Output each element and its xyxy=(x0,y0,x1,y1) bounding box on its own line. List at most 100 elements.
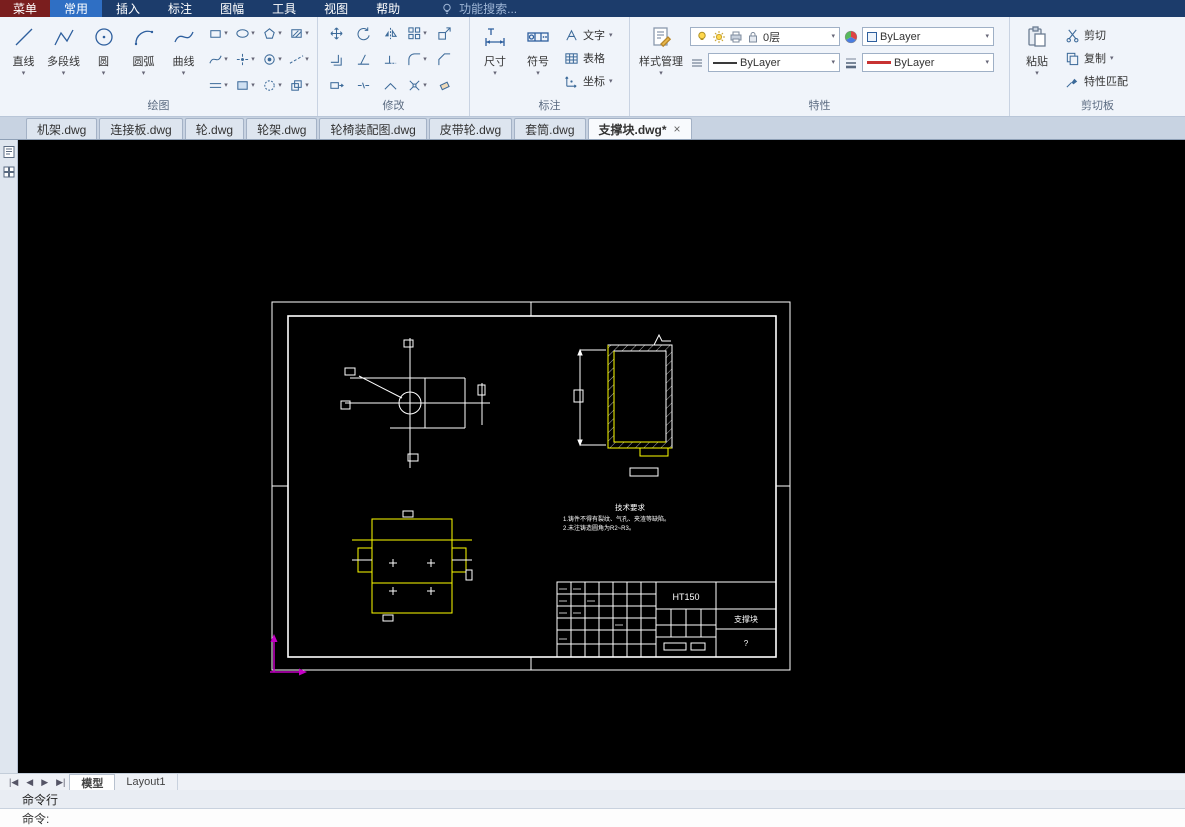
offset-tool-button[interactable] xyxy=(323,47,349,72)
table-tool-button[interactable]: 表格 xyxy=(561,48,616,68)
cut-button[interactable]: 剪切 xyxy=(1062,25,1131,45)
panel-label-modify[interactable]: 修改 xyxy=(318,99,469,116)
doc-tab[interactable]: 轮椅装配图.dwg xyxy=(319,118,427,139)
move-tool-button[interactable] xyxy=(323,21,349,46)
erase-tool-button[interactable] xyxy=(431,73,457,98)
construction-line-tool-button[interactable]: ▾ xyxy=(286,47,312,72)
ellipse-tool-button[interactable]: ▾ xyxy=(232,21,258,46)
doc-tab[interactable]: 连接板.dwg xyxy=(99,118,183,139)
model-space-tab[interactable]: 模型 xyxy=(69,774,116,790)
panel-label-clipboard[interactable]: 剪切板 xyxy=(1010,99,1185,116)
rectangle-tool-button[interactable]: ▾ xyxy=(205,21,231,46)
lineweight-select[interactable]: ByLayer ▾ xyxy=(862,53,994,72)
next-tab-button[interactable]: ▶ xyxy=(37,777,52,788)
dropdown-arrow-icon[interactable]: ▾ xyxy=(1110,54,1114,63)
region-tool-button[interactable]: ▾ xyxy=(232,73,258,98)
library-palette-icon[interactable] xyxy=(2,165,16,179)
ribbon-tab-view[interactable]: 视图 xyxy=(310,0,362,17)
panel-label-annotate[interactable]: 标注 xyxy=(470,99,629,116)
technical-notes[interactable]: 技术要求 1.铸件不得有裂纹、气孔、夹渣等缺陷。 2.未注铸造圆角为R2~R3。 xyxy=(563,502,670,532)
doc-tab[interactable]: 机架.dwg xyxy=(26,118,98,139)
polyline-tool-button[interactable]: 多段线 ▾ xyxy=(45,20,82,98)
doc-tab[interactable]: 皮带轮.dwg xyxy=(428,118,513,139)
sheet-palette-icon[interactable] xyxy=(2,145,16,159)
dropdown-arrow-icon[interactable]: ▾ xyxy=(182,69,186,78)
layout1-tab[interactable]: Layout1 xyxy=(115,774,178,790)
dropdown-arrow-icon[interactable]: ▾ xyxy=(609,31,613,40)
arc-tool-button[interactable]: 圆弧 ▾ xyxy=(125,20,162,98)
revision-cloud-tool-button[interactable]: ▾ xyxy=(259,73,285,98)
dropdown-arrow-icon[interactable]: ▾ xyxy=(985,58,989,67)
last-tab-button[interactable]: ▶| xyxy=(52,777,69,788)
dropdown-arrow-icon[interactable]: ▾ xyxy=(609,77,613,86)
view-top-right[interactable] xyxy=(573,333,673,477)
dropdown-arrow-icon[interactable]: ▾ xyxy=(22,69,26,78)
doc-tab[interactable]: 轮.dwg xyxy=(184,118,245,139)
command-input[interactable]: 命令: xyxy=(0,809,1185,827)
command-line-title[interactable]: 命令行 xyxy=(0,790,1185,809)
function-search[interactable]: 功能搜索... xyxy=(440,0,517,17)
spline-tool-button[interactable]: ▾ xyxy=(205,47,231,72)
chamfer-tool-button[interactable] xyxy=(431,47,457,72)
first-tab-button[interactable]: |◀ xyxy=(5,777,22,788)
ribbon-tab-annotate[interactable]: 标注 xyxy=(154,0,206,17)
doc-tab[interactable]: 套筒.dwg xyxy=(514,118,586,139)
break-tool-button[interactable] xyxy=(350,73,376,98)
array-tool-button[interactable]: ▾ xyxy=(404,21,430,46)
dropdown-arrow-icon[interactable]: ▾ xyxy=(831,32,835,41)
match-properties-button[interactable]: 特性匹配 xyxy=(1062,71,1131,91)
doc-tab-active[interactable]: 支撑块.dwg* × xyxy=(587,118,692,139)
dropdown-arrow-icon[interactable]: ▾ xyxy=(831,58,835,67)
selected-outline[interactable] xyxy=(352,518,472,614)
style-manager-button[interactable]: 样式管理 ▾ xyxy=(635,20,687,98)
fillet-tool-button[interactable]: ▾ xyxy=(404,47,430,72)
coordinate-tool-button[interactable]: 坐标 ▾ xyxy=(561,71,616,91)
dropdown-arrow-icon[interactable]: ▾ xyxy=(1035,69,1039,78)
polygon-tool-button[interactable]: ▾ xyxy=(259,21,285,46)
copy-button[interactable]: 复制 ▾ xyxy=(1062,48,1131,68)
doc-tab[interactable]: 轮架.dwg xyxy=(246,118,318,139)
text-tool-button[interactable]: 文字 ▾ xyxy=(561,25,616,45)
ribbon-tab-home[interactable]: 常用 xyxy=(50,0,103,17)
selected-edges[interactable] xyxy=(607,345,672,457)
paste-button[interactable]: 粘贴 ▾ xyxy=(1015,20,1059,98)
block-tool-button[interactable]: ▾ xyxy=(286,73,312,98)
dropdown-arrow-icon[interactable]: ▾ xyxy=(659,69,663,78)
ribbon-tab-help[interactable]: 帮助 xyxy=(362,0,414,17)
linetype-manager-icon[interactable] xyxy=(690,56,704,70)
scale-tool-button[interactable] xyxy=(431,21,457,46)
dropdown-arrow-icon[interactable]: ▾ xyxy=(985,32,989,41)
dropdown-arrow-icon[interactable]: ▾ xyxy=(102,69,106,78)
donut-tool-button[interactable]: ▾ xyxy=(259,47,285,72)
color-select[interactable]: ByLayer ▾ xyxy=(862,27,994,46)
view-bottom-left[interactable] xyxy=(352,510,473,622)
ribbon-tab-tools[interactable]: 工具 xyxy=(258,0,310,17)
color-wheel-icon[interactable] xyxy=(844,30,858,44)
mirror-tool-button[interactable] xyxy=(377,21,403,46)
layer-select[interactable]: 0层 ▾ xyxy=(690,27,840,46)
lineweight-icon[interactable] xyxy=(844,56,858,70)
view-top-left[interactable] xyxy=(340,338,490,468)
panel-label-properties[interactable]: 特性 xyxy=(630,99,1009,116)
close-tab-icon[interactable]: × xyxy=(674,122,681,136)
trim-tool-button[interactable] xyxy=(350,47,376,72)
symbol-tool-button[interactable]: 符号 ▾ xyxy=(518,20,558,98)
join-tool-button[interactable] xyxy=(377,73,403,98)
ribbon-tab-sheet[interactable]: 图幅 xyxy=(206,0,258,17)
explode-tool-button[interactable]: ▾ xyxy=(404,73,430,98)
ribbon-tab-insert[interactable]: 插入 xyxy=(102,0,154,17)
dropdown-arrow-icon[interactable]: ▾ xyxy=(62,69,66,78)
extend-tool-button[interactable] xyxy=(377,47,403,72)
point-tool-button[interactable]: ▾ xyxy=(232,47,258,72)
dimension-tool-button[interactable]: 尺寸 ▾ xyxy=(475,20,515,98)
dropdown-arrow-icon[interactable]: ▾ xyxy=(536,69,540,78)
panel-label-draw[interactable]: 绘图 xyxy=(0,99,317,116)
linetype-select[interactable]: ByLayer ▾ xyxy=(708,53,840,72)
line-tool-button[interactable]: 直线 ▾ xyxy=(5,20,42,98)
circle-tool-button[interactable]: 圆 ▾ xyxy=(85,20,122,98)
multiline-tool-button[interactable]: ▾ xyxy=(205,73,231,98)
stretch-tool-button[interactable] xyxy=(323,73,349,98)
rotate-tool-button[interactable] xyxy=(350,21,376,46)
drawing-canvas[interactable]: 技术要求 1.铸件不得有裂纹、气孔、夹渣等缺陷。 2.未注铸造圆角为R2~R3。 xyxy=(18,140,1185,773)
menu-button[interactable]: 菜单 xyxy=(0,0,51,17)
